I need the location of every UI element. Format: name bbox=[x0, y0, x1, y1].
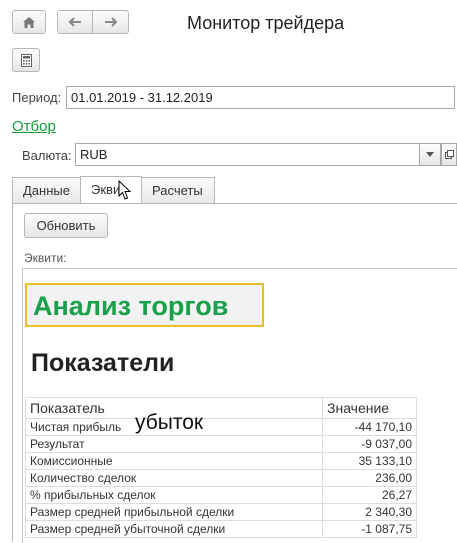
period-label: Период: bbox=[12, 90, 62, 105]
indicator-name: Комиссионные bbox=[25, 452, 323, 470]
report-subheading: Показатели bbox=[31, 349, 175, 377]
indicator-value: 236,00 bbox=[322, 469, 417, 487]
report-area: Анализ торгов Показатели Показатель Знач… bbox=[22, 268, 457, 543]
currency-value: RUB bbox=[80, 147, 108, 162]
window-title: Монитор трейдера bbox=[187, 13, 345, 33]
indicator-value: 2 340,30 bbox=[322, 503, 417, 521]
indicator-value: -1 087,75 bbox=[322, 520, 417, 538]
indicator-value: 26,27 bbox=[322, 486, 417, 504]
tab-equity[interactable]: Экви bbox=[80, 176, 142, 203]
table-row: Размер средней убыточной сделки -1 087,7… bbox=[25, 520, 417, 538]
equity-label: Эквити: bbox=[24, 251, 67, 265]
period-value: 01.01.2019 - 31.12.2019 bbox=[71, 90, 213, 105]
indicator-value: -9 037,00 bbox=[322, 435, 417, 453]
indicator-value: -44 170,10 bbox=[322, 418, 417, 436]
chevron-down-icon bbox=[426, 152, 434, 157]
table-row: % прибыльных сделок 26,27 bbox=[25, 486, 417, 504]
column-header-value: Значение bbox=[322, 397, 417, 419]
open-icon bbox=[444, 150, 454, 159]
filter-link[interactable]: Отбор bbox=[12, 118, 56, 135]
report-heading-box: Анализ торгов bbox=[25, 283, 264, 327]
period-field[interactable]: 01.01.2019 - 31.12.2019 bbox=[66, 86, 455, 109]
calculator-icon bbox=[20, 53, 32, 67]
currency-dropdown-button[interactable] bbox=[419, 143, 441, 166]
arrow-right-icon bbox=[104, 17, 117, 27]
arrow-left-icon bbox=[68, 17, 81, 27]
indicator-name: Результат bbox=[25, 435, 323, 453]
home-icon bbox=[23, 16, 35, 28]
indicator-value: 35 133,10 bbox=[322, 452, 417, 470]
table-row: Комиссионные 35 133,10 bbox=[25, 452, 417, 470]
currency-label: Валюта: bbox=[22, 148, 72, 163]
currency-field[interactable]: RUB bbox=[75, 143, 420, 166]
calculator-button[interactable] bbox=[12, 48, 40, 72]
overlay-annotation: убыток bbox=[135, 411, 204, 434]
mouse-cursor-icon bbox=[118, 180, 132, 200]
tab-calculations[interactable]: Расчеты bbox=[141, 177, 215, 203]
tab-data-label: Данные bbox=[23, 183, 70, 198]
table-row: Чистая прибыль -44 170,10 bbox=[25, 418, 417, 436]
table-row: Результат -9 037,00 bbox=[25, 435, 417, 453]
indicators-table: Показатель Значение Чистая прибыль -44 1… bbox=[25, 397, 417, 538]
forward-button[interactable] bbox=[92, 10, 129, 34]
currency-open-button[interactable] bbox=[441, 143, 457, 166]
tab-equity-label: Экви bbox=[91, 182, 121, 197]
indicator-name: Размер средней убыточной сделки bbox=[25, 520, 323, 538]
table-row: Размер средней прибыльной сделки 2 340,3… bbox=[25, 503, 417, 521]
report-heading: Анализ торгов bbox=[33, 291, 229, 321]
table-row: Количество сделок 236,00 bbox=[25, 469, 417, 487]
home-button[interactable] bbox=[12, 10, 46, 34]
back-button[interactable] bbox=[57, 10, 93, 34]
indicator-name: Количество сделок bbox=[25, 469, 323, 487]
table-header-row: Показатель Значение bbox=[25, 397, 417, 419]
indicator-name: Размер средней прибыльной сделки bbox=[25, 503, 323, 521]
indicator-name: % прибыльных сделок bbox=[25, 486, 323, 504]
tab-calculations-label: Расчеты bbox=[152, 183, 203, 198]
tab-data[interactable]: Данные bbox=[12, 177, 81, 203]
refresh-button-label: Обновить bbox=[36, 218, 96, 233]
refresh-button[interactable]: Обновить bbox=[24, 213, 108, 238]
